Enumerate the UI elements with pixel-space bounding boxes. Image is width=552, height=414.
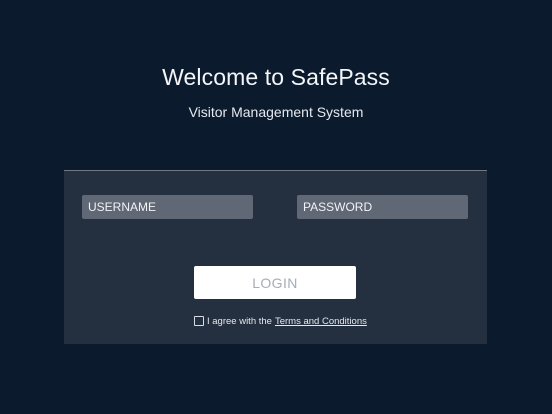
login-panel: LOGIN I agree with the Terms and Conditi… — [64, 170, 487, 344]
login-button[interactable]: LOGIN — [194, 266, 356, 299]
agree-checkbox[interactable] — [194, 316, 204, 326]
terms-agreement: I agree with the Terms and Conditions — [194, 314, 367, 328]
page-title: Welcome to SafePass — [162, 64, 390, 90]
username-input[interactable] — [82, 195, 253, 219]
terms-link[interactable]: Terms and Conditions — [275, 316, 367, 327]
agree-label: I agree with the — [207, 315, 272, 327]
password-input[interactable] — [297, 195, 468, 219]
page-subtitle: Visitor Management System — [188, 104, 364, 120]
